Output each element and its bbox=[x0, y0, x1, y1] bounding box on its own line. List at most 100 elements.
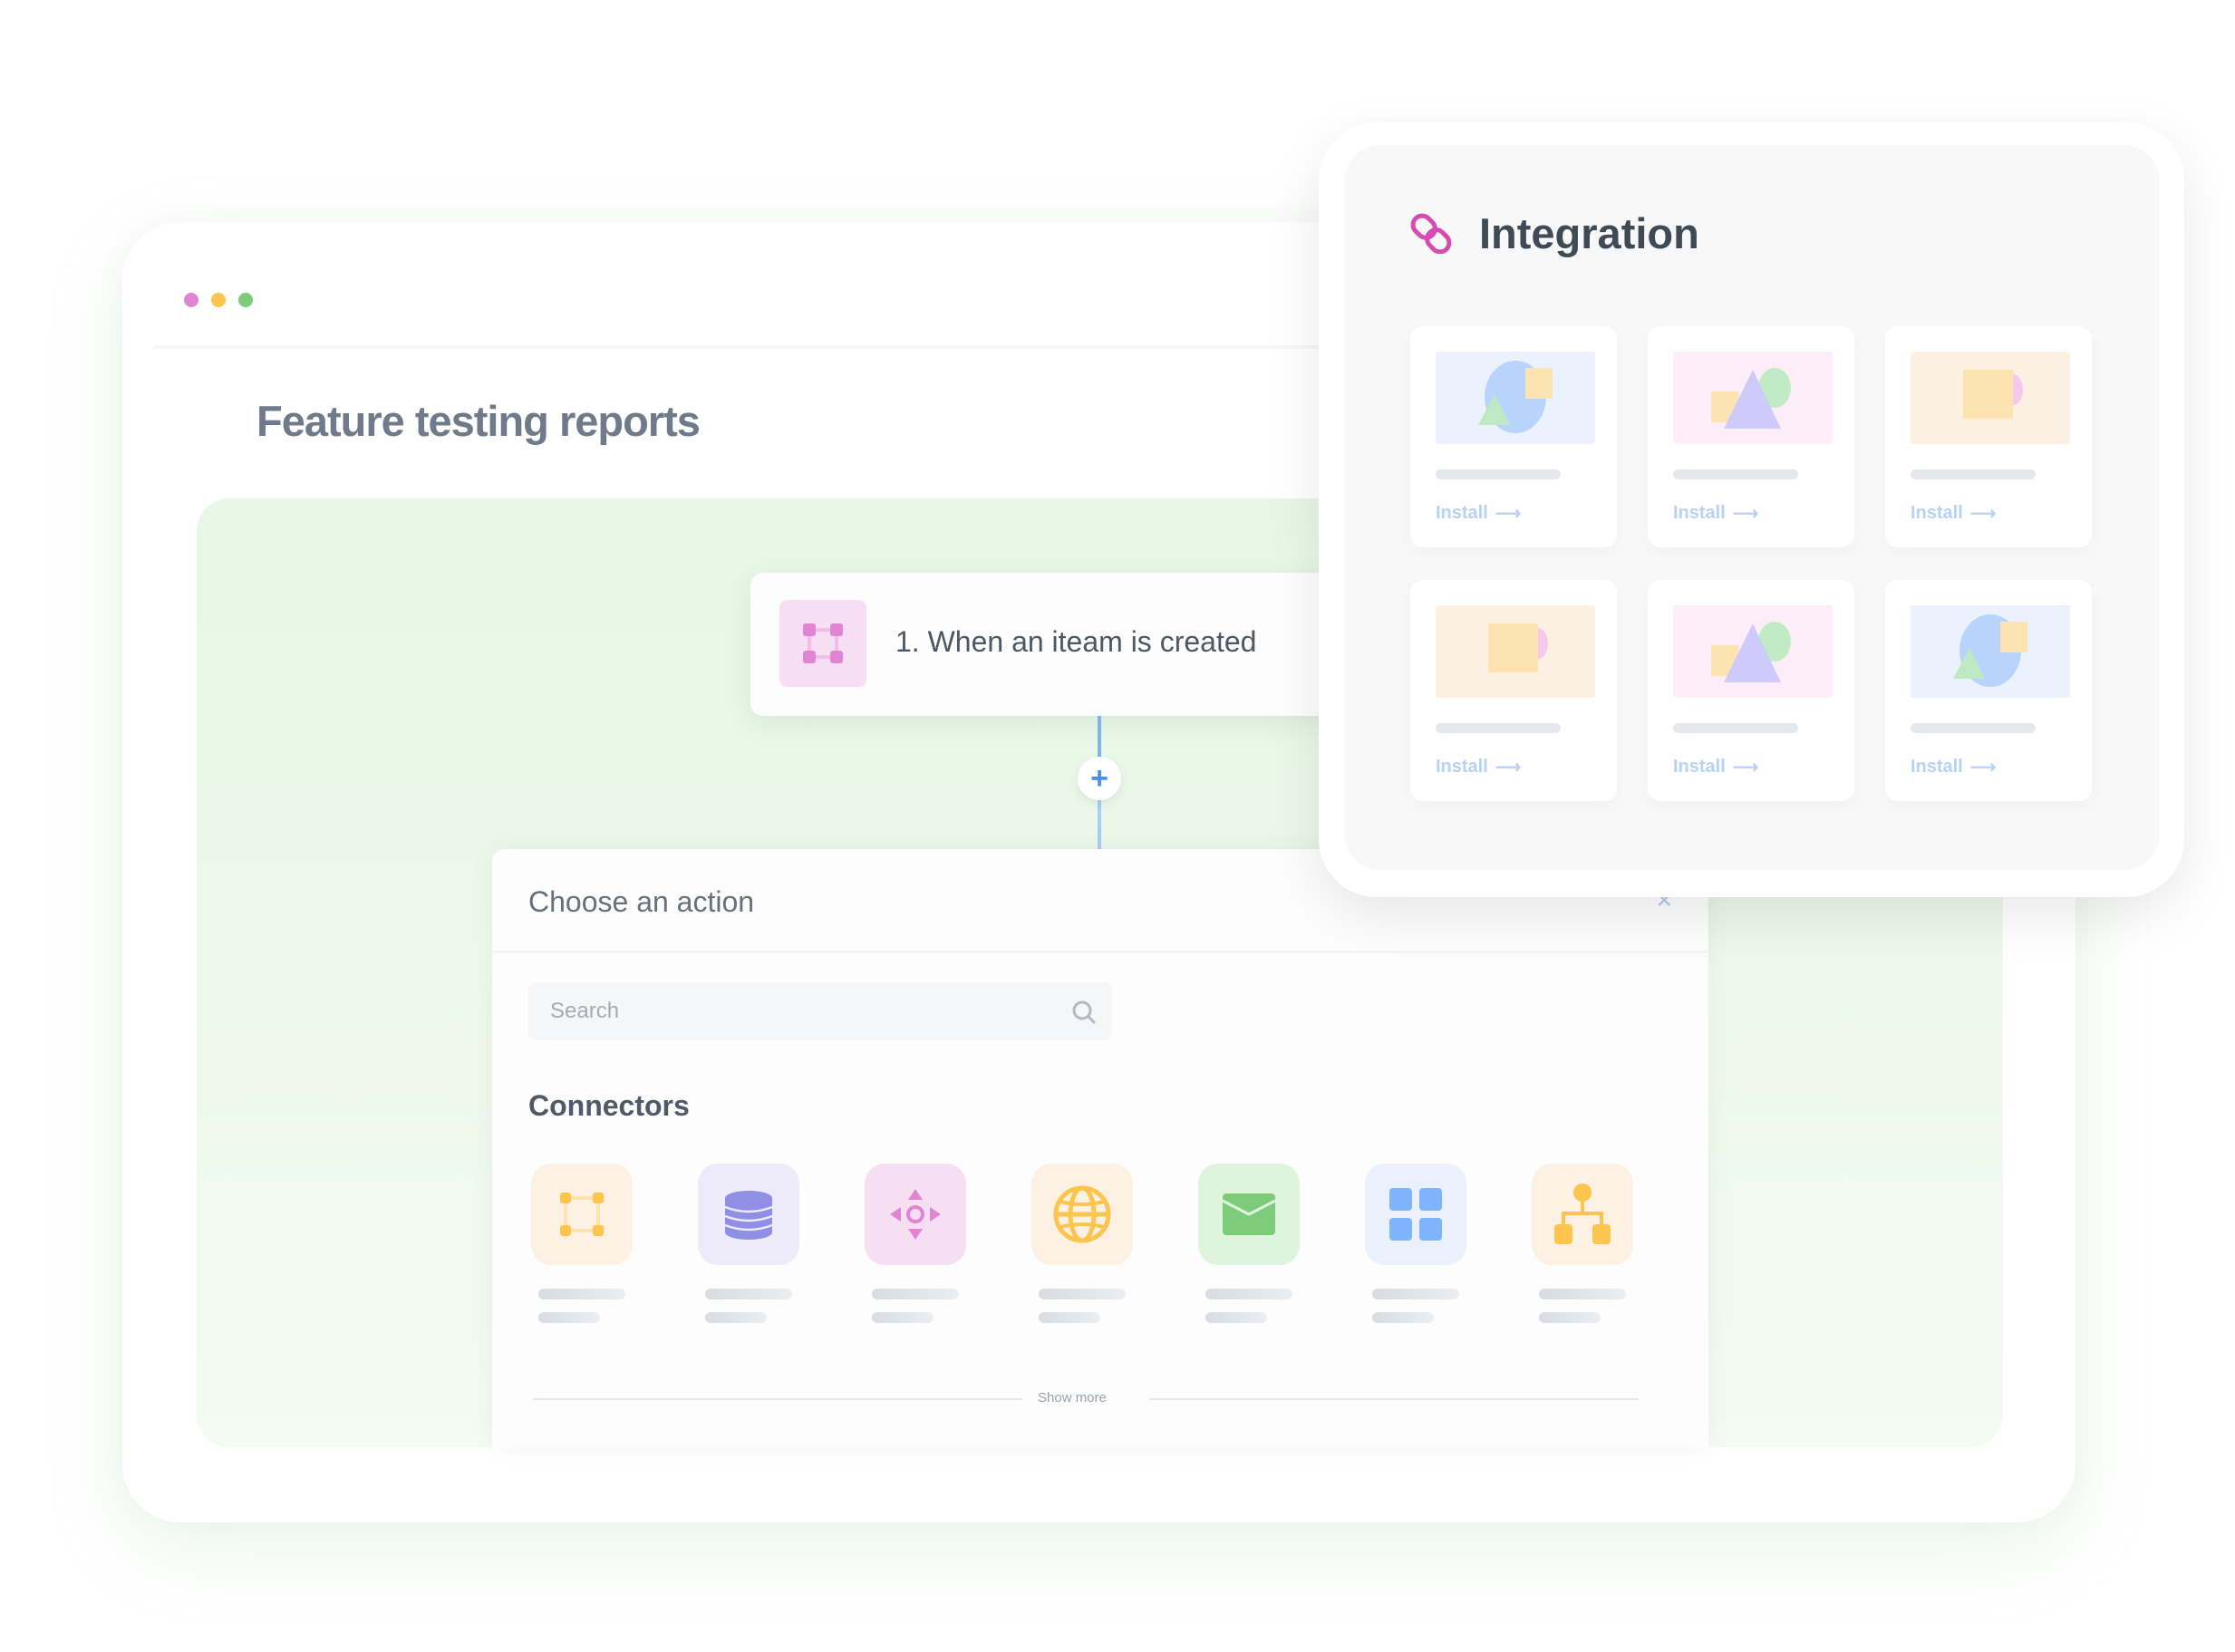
integration-name-placeholder bbox=[1673, 723, 1798, 733]
integration-card[interactable]: Install ⟶ bbox=[1885, 326, 2092, 547]
connector-tile bbox=[1365, 1164, 1466, 1265]
divider-left bbox=[533, 1398, 1022, 1400]
flow-connector-line-top bbox=[1098, 716, 1101, 758]
integration-card[interactable]: Install ⟶ bbox=[1410, 326, 1617, 547]
window-dot-pink[interactable] bbox=[184, 293, 198, 307]
connectors-heading: Connectors bbox=[528, 1089, 690, 1122]
connector-list bbox=[531, 1164, 1664, 1327]
mail-icon bbox=[1223, 1193, 1275, 1235]
integration-title: Integration bbox=[1479, 209, 1699, 257]
search-placeholder: Search bbox=[550, 999, 620, 1023]
connector-desc-placeholder bbox=[1372, 1312, 1434, 1323]
install-label: Install bbox=[1673, 757, 1726, 777]
integration-panel-body: Integration Install ⟶ Install ⟶ Install … bbox=[1344, 145, 2160, 870]
window-controls bbox=[184, 293, 253, 307]
trigger-icon-tile bbox=[779, 600, 866, 687]
arrow-right-icon: ⟶ bbox=[1732, 758, 1759, 778]
install-label: Install bbox=[1911, 757, 1963, 777]
integration-thumbnail bbox=[1673, 605, 1833, 698]
add-step-button[interactable]: + bbox=[1078, 757, 1121, 800]
connector-desc-placeholder bbox=[872, 1312, 934, 1323]
connector-item[interactable] bbox=[1365, 1164, 1466, 1323]
connector-name-placeholder bbox=[705, 1289, 792, 1299]
divider-right bbox=[1149, 1398, 1639, 1400]
hierarchy-icon bbox=[1554, 1183, 1611, 1244]
integration-name-placeholder bbox=[1911, 723, 2036, 733]
show-more-link[interactable]: Show more bbox=[1038, 1390, 1107, 1406]
connector-item[interactable] bbox=[1031, 1164, 1133, 1323]
install-button[interactable]: Install ⟶ bbox=[1673, 756, 1758, 778]
connector-item[interactable] bbox=[865, 1164, 966, 1323]
shapes-circle-square-triangle-icon bbox=[1953, 614, 2027, 687]
globe-icon bbox=[1053, 1185, 1111, 1243]
integration-thumbnail bbox=[1673, 352, 1833, 444]
integration-header: Integration bbox=[1410, 208, 1699, 258]
connector-name-placeholder bbox=[1372, 1289, 1459, 1299]
install-button[interactable]: Install ⟶ bbox=[1436, 756, 1521, 778]
grid-icon bbox=[1389, 1188, 1442, 1241]
shapes-triangle-circle-square-icon bbox=[1711, 368, 1791, 429]
connector-item[interactable] bbox=[698, 1164, 799, 1323]
trigger-card[interactable]: 1. When an iteam is created bbox=[750, 573, 1385, 716]
integration-card[interactable]: Install ⟶ bbox=[1648, 580, 1854, 801]
search-input[interactable]: Search bbox=[528, 982, 1112, 1040]
connector-name-placeholder bbox=[872, 1289, 959, 1299]
arrow-right-icon: ⟶ bbox=[1495, 504, 1522, 524]
integration-thumbnail bbox=[1911, 352, 2070, 444]
connector-item[interactable] bbox=[531, 1164, 633, 1323]
choose-action-panel: Choose an action × Search Connectors Sho… bbox=[492, 849, 1708, 1447]
database-icon bbox=[724, 1191, 773, 1240]
connector-name-placeholder bbox=[1539, 1289, 1626, 1299]
install-button[interactable]: Install ⟶ bbox=[1911, 502, 1996, 525]
shapes-square-halfcircle-icon bbox=[1488, 623, 1548, 672]
integration-card[interactable]: Install ⟶ bbox=[1410, 580, 1617, 801]
integration-name-placeholder bbox=[1436, 723, 1561, 733]
connector-tile bbox=[531, 1164, 633, 1265]
install-button[interactable]: Install ⟶ bbox=[1436, 502, 1521, 525]
trigger-label: 1. When an iteam is created bbox=[895, 625, 1257, 658]
connector-name-placeholder bbox=[538, 1289, 625, 1299]
connector-item[interactable] bbox=[1198, 1164, 1300, 1323]
flow-connector-line-bottom bbox=[1098, 799, 1101, 850]
integration-name-placeholder bbox=[1673, 469, 1798, 479]
shapes-triangle-circle-square-icon bbox=[1711, 622, 1791, 682]
integration-card[interactable]: Install ⟶ bbox=[1648, 326, 1854, 547]
install-button[interactable]: Install ⟶ bbox=[1911, 756, 1996, 778]
install-label: Install bbox=[1673, 503, 1726, 523]
window-dot-yellow[interactable] bbox=[211, 293, 226, 307]
install-button[interactable]: Install ⟶ bbox=[1673, 502, 1758, 525]
connector-name-placeholder bbox=[1039, 1289, 1126, 1299]
integration-card[interactable]: Install ⟶ bbox=[1885, 580, 2092, 801]
integration-thumbnail bbox=[1436, 352, 1595, 444]
connector-desc-placeholder bbox=[1205, 1312, 1267, 1323]
arrow-right-icon: ⟶ bbox=[1495, 758, 1522, 778]
search-icon[interactable] bbox=[1070, 999, 1098, 1026]
connector-desc-placeholder bbox=[1039, 1312, 1100, 1323]
panel-divider bbox=[492, 951, 1708, 953]
connector-tile bbox=[1198, 1164, 1300, 1265]
integration-panel: Integration Install ⟶ Install ⟶ Install … bbox=[1319, 122, 2184, 897]
show-more-row: Show more bbox=[533, 1390, 1639, 1408]
connector-tile bbox=[698, 1164, 799, 1265]
link-icon bbox=[1410, 213, 1452, 254]
install-label: Install bbox=[1911, 503, 1963, 523]
connector-desc-placeholder bbox=[1539, 1312, 1601, 1323]
arrow-right-icon: ⟶ bbox=[1969, 758, 1997, 778]
nodes-square-icon bbox=[560, 1193, 604, 1236]
connector-tile bbox=[865, 1164, 966, 1265]
shapes-square-halfcircle-icon bbox=[1963, 370, 2023, 419]
shapes-circle-square-triangle-icon bbox=[1478, 361, 1553, 433]
move-arrows-icon bbox=[890, 1189, 941, 1240]
page-title: Feature testing reports bbox=[256, 397, 701, 445]
integration-thumbnail bbox=[1911, 605, 2070, 698]
connector-tile bbox=[1031, 1164, 1133, 1265]
install-label: Install bbox=[1436, 503, 1488, 523]
integration-thumbnail bbox=[1436, 605, 1595, 698]
window-dot-green[interactable] bbox=[238, 293, 253, 307]
action-panel-title: Choose an action bbox=[528, 885, 755, 918]
connector-item[interactable] bbox=[1532, 1164, 1633, 1323]
connector-desc-placeholder bbox=[538, 1312, 600, 1323]
arrow-right-icon: ⟶ bbox=[1732, 504, 1759, 524]
install-label: Install bbox=[1436, 757, 1488, 777]
connector-desc-placeholder bbox=[705, 1312, 767, 1323]
